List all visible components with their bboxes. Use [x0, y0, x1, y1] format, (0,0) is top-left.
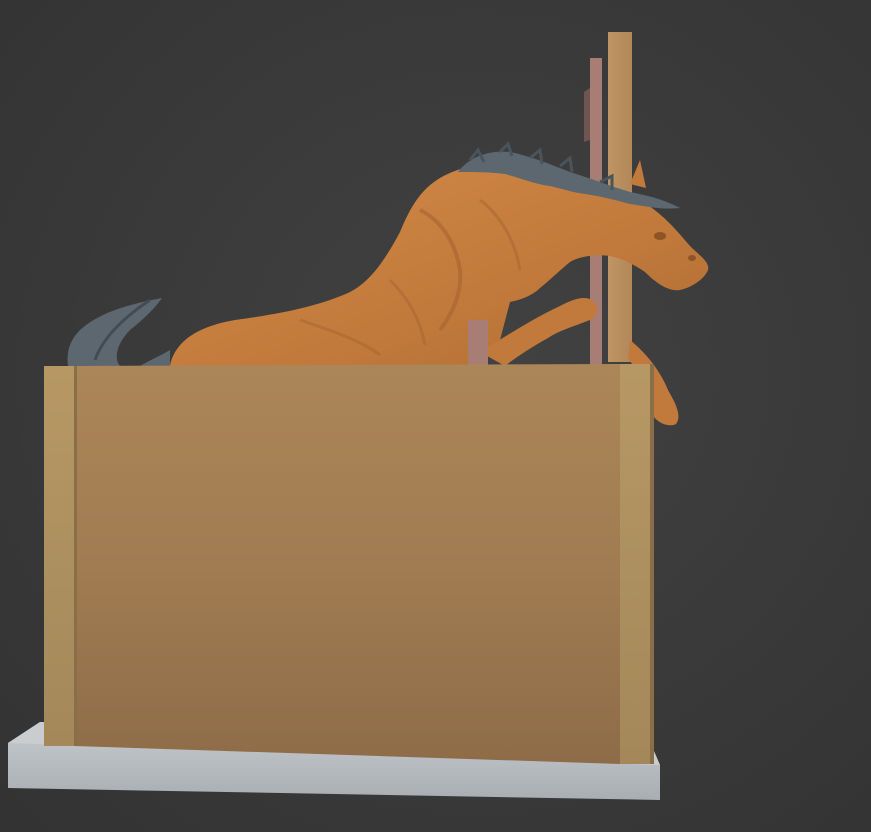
scene-render[interactable] [0, 0, 871, 832]
right-post[interactable] [620, 364, 654, 764]
left-post[interactable] [44, 366, 77, 746]
short-pink-post[interactable] [468, 320, 488, 366]
3d-viewport[interactable] [0, 0, 871, 832]
horse-eye [654, 232, 666, 240]
display-box-front[interactable] [74, 364, 620, 764]
